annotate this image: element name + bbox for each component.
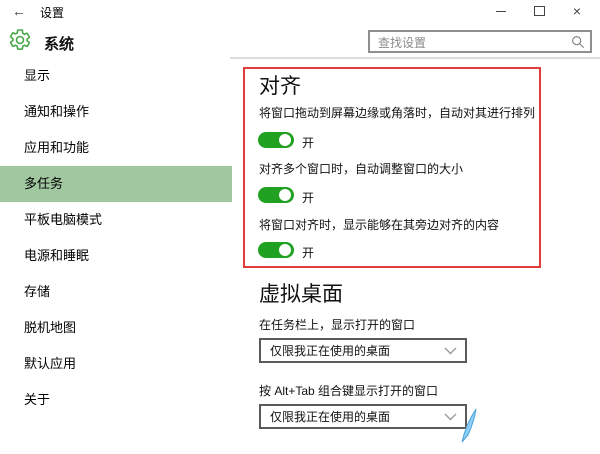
dropdown-value: 仅限我正在使用的桌面 [261,408,444,425]
window-title: 设置 [40,4,64,21]
minimize-button[interactable] [482,0,520,22]
chevron-down-icon [444,347,457,355]
sidebar-item-power-sleep[interactable]: 电源和睡眠 [0,238,232,274]
toggle-knob [279,244,291,256]
back-arrow-icon[interactable]: ← [8,2,30,20]
toggle-state-label: 开 [302,244,314,261]
sidebar-item-multitasking[interactable]: 多任务 [0,166,232,202]
sidebar-item-storage[interactable]: 存储 [0,274,232,310]
sidebar-item-tablet-mode[interactable]: 平板电脑模式 [0,202,232,238]
sidebar-item-notifications[interactable]: 通知和操作 [0,94,232,130]
toggle-snap-arrange[interactable] [258,132,294,148]
minimize-icon [496,11,506,12]
snap-setting-label: 将窗口拖动到屏幕边缘或角落时，自动对其进行排列 [259,104,535,121]
sidebar-item-apps[interactable]: 应用和功能 [0,130,232,166]
titlebar: ← 设置 × [0,0,600,22]
maximize-icon [534,6,545,16]
window-controls: × [482,0,596,22]
search-icon[interactable] [571,35,585,49]
maximize-button[interactable] [520,0,558,22]
close-icon: × [573,4,581,18]
close-button[interactable]: × [558,0,596,22]
snap-setting-label: 对齐多个窗口时，自动调整窗口的大小 [259,160,463,177]
snap-setting-label: 将窗口对齐时，显示能够在其旁边对齐的内容 [259,216,499,233]
toggle-snap-assist[interactable] [258,242,294,258]
toggle-knob [279,189,291,201]
chevron-down-icon [444,413,457,421]
page-title: 系统 [44,33,74,54]
dropdown-alttab-windows[interactable]: 仅限我正在使用的桌面 [259,404,467,429]
sidebar-item-offline-maps[interactable]: 脱机地图 [0,310,232,346]
snap-section-title: 对齐 [259,70,301,100]
toggle-state-label: 开 [302,189,314,206]
toggle-state-label: 开 [302,134,314,151]
search-input[interactable] [376,32,565,53]
toggle-snap-resize[interactable] [258,187,294,203]
header-divider [230,57,600,59]
search-box [368,30,592,53]
virtual-desktops-title: 虚拟桌面 [259,278,343,308]
toggle-knob [279,134,291,146]
gear-icon [8,28,32,52]
vd-setting-label: 在任务栏上，显示打开的窗口 [259,316,415,333]
sidebar-item-default-apps[interactable]: 默认应用 [0,346,232,382]
sidebar: 显示 通知和操作 应用和功能 多任务 平板电脑模式 电源和睡眠 存储 脱机地图 … [0,58,232,418]
dropdown-taskbar-windows[interactable]: 仅限我正在使用的桌面 [259,338,467,363]
vd-setting-label: 按 Alt+Tab 组合键显示打开的窗口 [259,382,438,399]
sidebar-item-about[interactable]: 关于 [0,382,232,418]
dropdown-value: 仅限我正在使用的桌面 [261,342,444,359]
sidebar-item-display[interactable]: 显示 [0,58,232,94]
